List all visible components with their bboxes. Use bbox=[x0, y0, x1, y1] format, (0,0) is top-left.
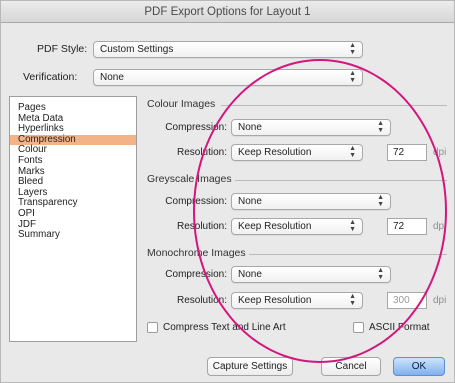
monochrome-compression-label: Compression: bbox=[165, 269, 227, 280]
monochrome-dpi-field[interactable]: 300 bbox=[387, 292, 427, 309]
greyscale-dpi-field[interactable]: 72 bbox=[387, 218, 427, 235]
greyscale-resolution-label: Resolution: bbox=[176, 221, 227, 232]
pdf-export-dialog: PDF Export Options for Layout 1 PDF Styl… bbox=[0, 0, 455, 383]
group-divider bbox=[249, 254, 447, 255]
pdf-style-value: Custom Settings bbox=[100, 44, 174, 55]
colour-compression-label: Compression: bbox=[165, 122, 227, 133]
popup-arrows-icon: ▲ ▼ bbox=[349, 70, 356, 84]
colour-dpi-field[interactable]: 72 bbox=[387, 144, 427, 161]
group-divider bbox=[221, 105, 447, 106]
sidebar-item-pages[interactable]: Pages bbox=[10, 102, 136, 114]
compress-text-label: Compress Text and Line Art bbox=[163, 322, 286, 333]
monochrome-compression-value: None bbox=[238, 269, 262, 280]
cancel-button[interactable]: Cancel bbox=[321, 357, 381, 376]
group-divider bbox=[235, 180, 447, 181]
compress-text-checkbox[interactable] bbox=[147, 322, 158, 333]
monochrome-compression-select[interactable]: None ▲ ▼ bbox=[231, 266, 391, 283]
greyscale-compression-value: None bbox=[238, 196, 262, 207]
monochrome-resolution-label: Resolution: bbox=[176, 295, 227, 306]
popup-arrows-icon: ▲ ▼ bbox=[377, 267, 384, 281]
ok-button[interactable]: OK bbox=[393, 357, 445, 376]
popup-arrows-icon: ▲ ▼ bbox=[349, 42, 356, 56]
colour-compression-value: None bbox=[238, 122, 262, 133]
monochrome-resolution-value: Keep Resolution bbox=[238, 295, 312, 306]
colour-images-title: Colour Images bbox=[147, 98, 216, 110]
greyscale-resolution-value: Keep Resolution bbox=[238, 221, 312, 232]
colour-compression-select[interactable]: None ▲ ▼ bbox=[231, 119, 391, 136]
monochrome-images-title: Monochrome Images bbox=[147, 247, 246, 259]
colour-resolution-select[interactable]: Keep Resolution ▲ ▼ bbox=[231, 144, 363, 161]
monochrome-resolution-select[interactable]: Keep Resolution ▲ ▼ bbox=[231, 292, 363, 309]
pdf-style-label: PDF Style: bbox=[37, 43, 88, 55]
colour-resolution-value: Keep Resolution bbox=[238, 147, 312, 158]
window-title: PDF Export Options for Layout 1 bbox=[1, 1, 454, 23]
sidebar-item-summary[interactable]: Summary bbox=[10, 230, 136, 241]
ascii-format-checkbox[interactable] bbox=[353, 322, 364, 333]
greyscale-dpi-unit: dpi bbox=[433, 221, 447, 232]
verification-select[interactable]: None ▲ ▼ bbox=[93, 69, 363, 86]
colour-dpi-unit: dpi bbox=[433, 147, 447, 158]
popup-arrows-icon: ▲ ▼ bbox=[349, 219, 356, 233]
greyscale-compression-select[interactable]: None ▲ ▼ bbox=[231, 193, 391, 210]
sidebar-item-fonts[interactable]: Fonts bbox=[10, 155, 136, 167]
ascii-format-label: ASCII Format bbox=[369, 322, 430, 333]
capture-settings-button[interactable]: Capture Settings bbox=[207, 357, 293, 376]
colour-resolution-label: Resolution: bbox=[176, 147, 227, 158]
verification-value: None bbox=[100, 72, 124, 83]
popup-arrows-icon: ▲ ▼ bbox=[377, 194, 384, 208]
popup-arrows-icon: ▲ ▼ bbox=[349, 145, 356, 159]
verification-label: Verification: bbox=[23, 71, 78, 83]
greyscale-compression-label: Compression: bbox=[165, 196, 227, 207]
greyscale-images-title: Greyscale Images bbox=[147, 173, 232, 185]
category-list: Pages Meta Data Hyperlinks Compression C… bbox=[9, 96, 137, 342]
popup-arrows-icon: ▲ ▼ bbox=[377, 120, 384, 134]
popup-arrows-icon: ▲ ▼ bbox=[349, 293, 356, 307]
pdf-style-select[interactable]: Custom Settings ▲ ▼ bbox=[93, 41, 363, 58]
monochrome-dpi-unit: dpi bbox=[433, 295, 447, 306]
sidebar-item-opi[interactable]: OPI bbox=[10, 208, 136, 220]
greyscale-resolution-select[interactable]: Keep Resolution ▲ ▼ bbox=[231, 218, 363, 235]
